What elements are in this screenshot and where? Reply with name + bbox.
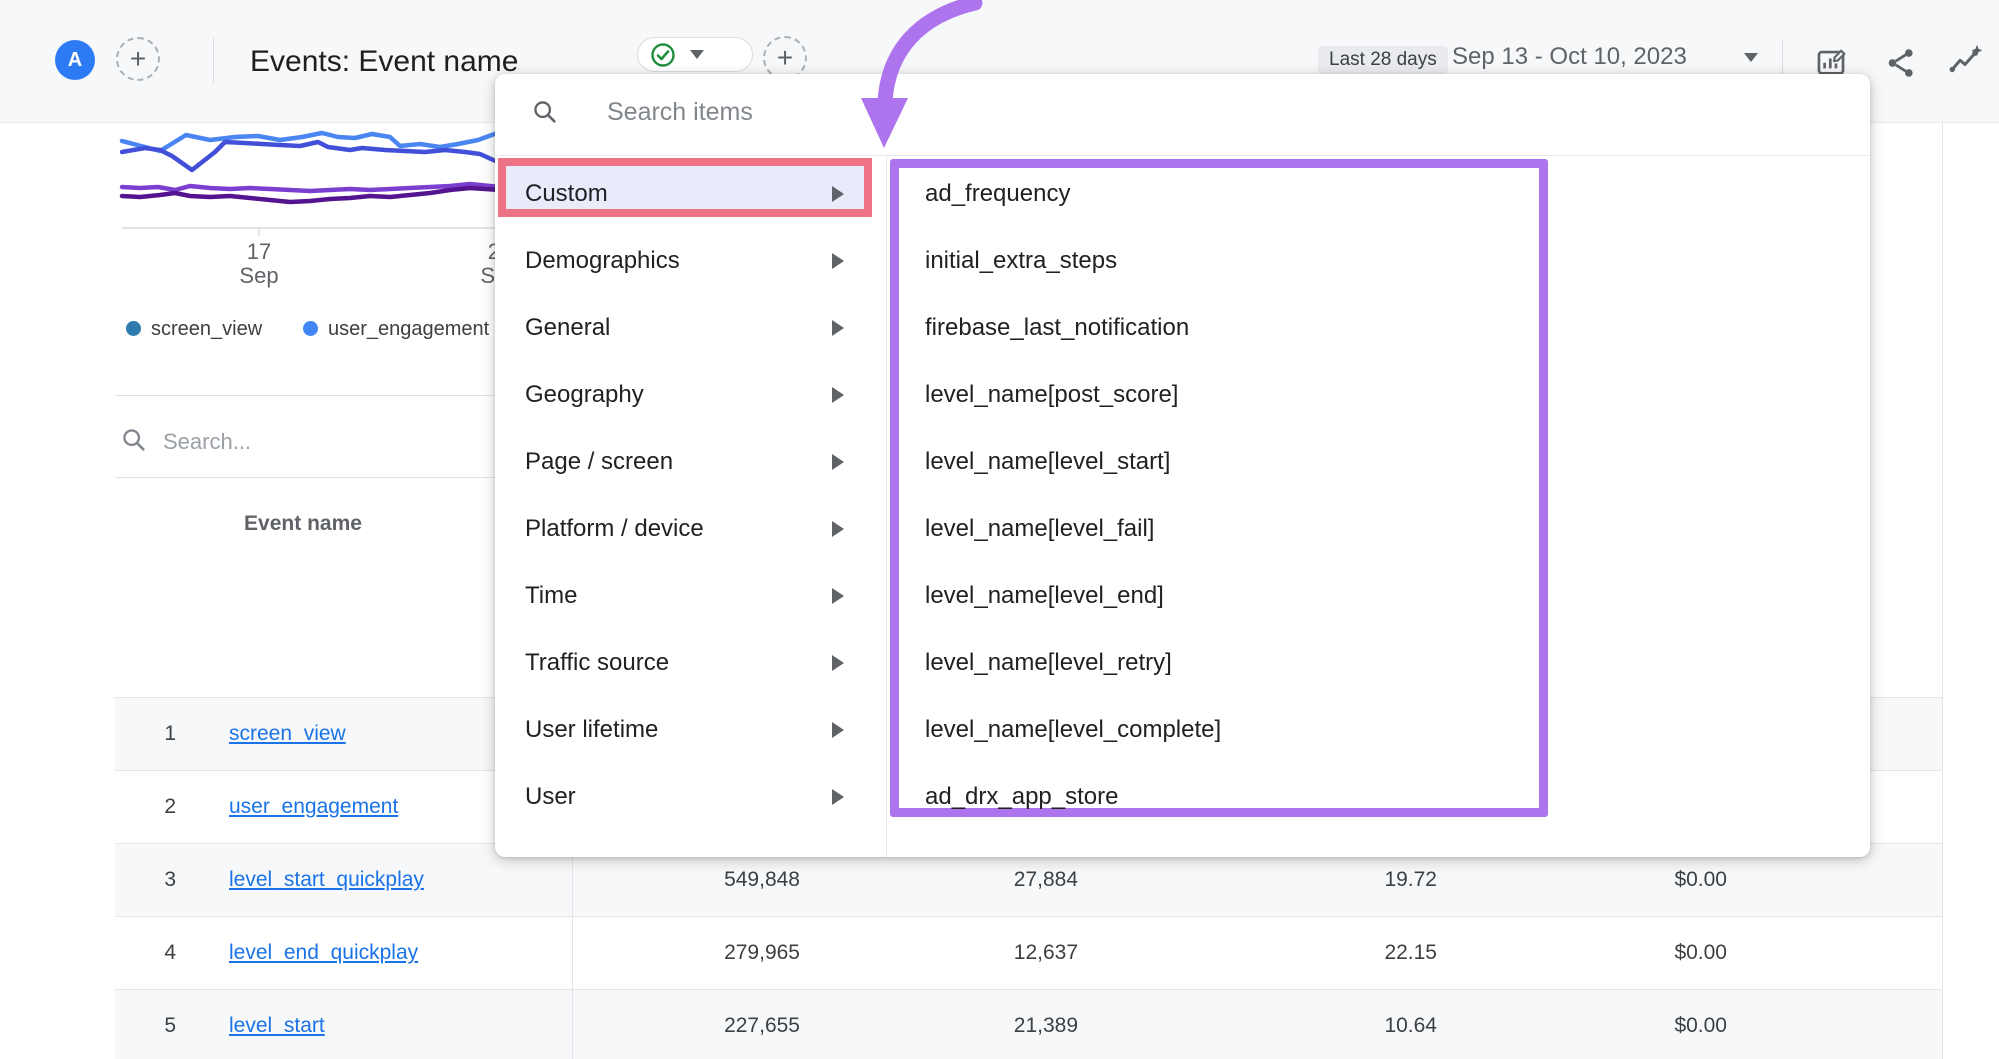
category-label: Demographics — [525, 227, 680, 294]
chevron-right-icon — [832, 722, 844, 738]
column-divider — [886, 155, 887, 857]
metric-count-per-user: 10.64 — [1384, 990, 1437, 1059]
custom-item[interactable]: initial_extra_steps — [925, 227, 1325, 294]
category-label: User lifetime — [525, 696, 658, 763]
category-label: User — [525, 763, 576, 830]
event-link[interactable]: screen_view — [229, 722, 346, 745]
table-row: 4 level_end_quickplay 279,965 12,637 22.… — [115, 916, 1942, 989]
category-user-lifetime[interactable]: User lifetime — [495, 696, 886, 763]
metric-count-per-user: 22.15 — [1384, 917, 1437, 989]
legend-dot-screen-view — [126, 321, 141, 336]
search-icon — [531, 98, 559, 126]
column-header-event-name[interactable]: Event name — [178, 512, 428, 536]
category-label: Traffic source — [525, 629, 669, 696]
custom-item[interactable]: level_name[level_end] — [925, 562, 1325, 629]
metric-event-count: 279,965 — [724, 917, 800, 989]
custom-item[interactable]: level_name[level_retry] — [925, 629, 1325, 696]
event-link[interactable]: level_end_quickplay — [229, 941, 418, 964]
event-link[interactable]: level_start_quickplay — [229, 868, 424, 891]
custom-item[interactable]: level_name[level_complete] — [925, 696, 1325, 763]
dimension-search-input[interactable]: Search items — [607, 97, 753, 127]
custom-item[interactable]: ad_frequency — [925, 160, 1325, 227]
category-traffic-source[interactable]: Traffic source — [495, 629, 886, 696]
row-index: 1 — [115, 698, 176, 770]
table-right-border — [1942, 123, 1943, 1059]
chevron-right-icon — [832, 454, 844, 470]
metric-revenue: $0.00 — [1674, 990, 1727, 1059]
table-search-input[interactable]: Search... — [163, 429, 251, 455]
metric-total-users: 21,389 — [1014, 990, 1078, 1059]
table-row: 5 level_start 227,655 21,389 10.64 $0.00 — [115, 989, 1942, 1059]
event-link[interactable]: user_engagement — [229, 795, 398, 818]
insights-icon[interactable] — [1948, 44, 1982, 78]
category-user[interactable]: User — [495, 763, 886, 830]
chevron-right-icon — [832, 387, 844, 403]
category-label: Platform / device — [525, 495, 704, 562]
dimension-picker-panel: Search items Custom Demographics General… — [495, 74, 1870, 857]
row-index: 3 — [115, 844, 176, 916]
row-index: 5 — [115, 990, 176, 1059]
search-icon — [120, 426, 148, 454]
share-icon[interactable] — [1884, 46, 1918, 80]
dimension-chip[interactable] — [637, 37, 753, 72]
legend-dot-user-engagement — [303, 321, 318, 336]
divider — [495, 155, 1870, 156]
metric-total-users: 12,637 — [1014, 917, 1078, 989]
green-check-circle-icon — [650, 42, 676, 68]
chevron-down-icon[interactable] — [1744, 53, 1758, 62]
category-custom[interactable]: Custom — [495, 160, 886, 227]
date-range-badge: Last 28 days — [1318, 46, 1448, 74]
category-label: Page / screen — [525, 428, 673, 495]
category-label: Geography — [525, 361, 644, 428]
divider — [115, 395, 495, 396]
chevron-right-icon — [832, 588, 844, 604]
category-time[interactable]: Time — [495, 562, 886, 629]
custom-item[interactable]: level_name[level_start] — [925, 428, 1325, 495]
category-platform-device[interactable]: Platform / device — [495, 495, 886, 562]
category-label: General — [525, 294, 610, 361]
category-label: Custom — [525, 160, 608, 227]
row-index: 2 — [115, 771, 176, 843]
custom-item[interactable]: level_name[post_score] — [925, 361, 1325, 428]
custom-item[interactable]: level_name[level_fail] — [925, 495, 1325, 562]
event-link[interactable]: level_start — [229, 1014, 325, 1037]
chevron-right-icon — [832, 253, 844, 269]
legend-label[interactable]: screen_view — [151, 318, 262, 340]
metric-event-count: 227,655 — [724, 990, 800, 1059]
page-title: Events: Event name — [250, 44, 518, 80]
chevron-right-icon — [832, 521, 844, 537]
category-geography[interactable]: Geography — [495, 361, 886, 428]
category-label: Time — [525, 562, 577, 629]
row-index: 4 — [115, 917, 176, 989]
metric-revenue: $0.00 — [1674, 917, 1727, 989]
chevron-right-icon — [832, 320, 844, 336]
x-axis-tick-month: Sep — [229, 264, 289, 288]
chevron-right-icon — [832, 186, 844, 202]
chevron-down-icon — [690, 50, 704, 59]
custom-item[interactable]: firebase_last_notification — [925, 294, 1325, 361]
legend-label[interactable]: user_engagement — [328, 318, 489, 340]
chevron-right-icon — [832, 655, 844, 671]
add-comparison-button[interactable]: + — [116, 37, 160, 81]
category-page-screen[interactable]: Page / screen — [495, 428, 886, 495]
x-axis-tick-day: 17 — [229, 240, 289, 264]
custom-item[interactable]: ad_drx_app_store — [925, 763, 1325, 830]
chevron-right-icon — [832, 789, 844, 805]
category-demographics[interactable]: Demographics — [495, 227, 886, 294]
avatar[interactable]: A — [55, 40, 95, 80]
date-range-selector[interactable]: Sep 13 - Oct 10, 2023 — [1452, 44, 1687, 70]
category-general[interactable]: General — [495, 294, 886, 361]
divider — [213, 38, 214, 83]
divider — [115, 477, 495, 478]
ga4-events-report: A + Events: Event name + Last 28 days Se… — [0, 0, 1999, 1059]
